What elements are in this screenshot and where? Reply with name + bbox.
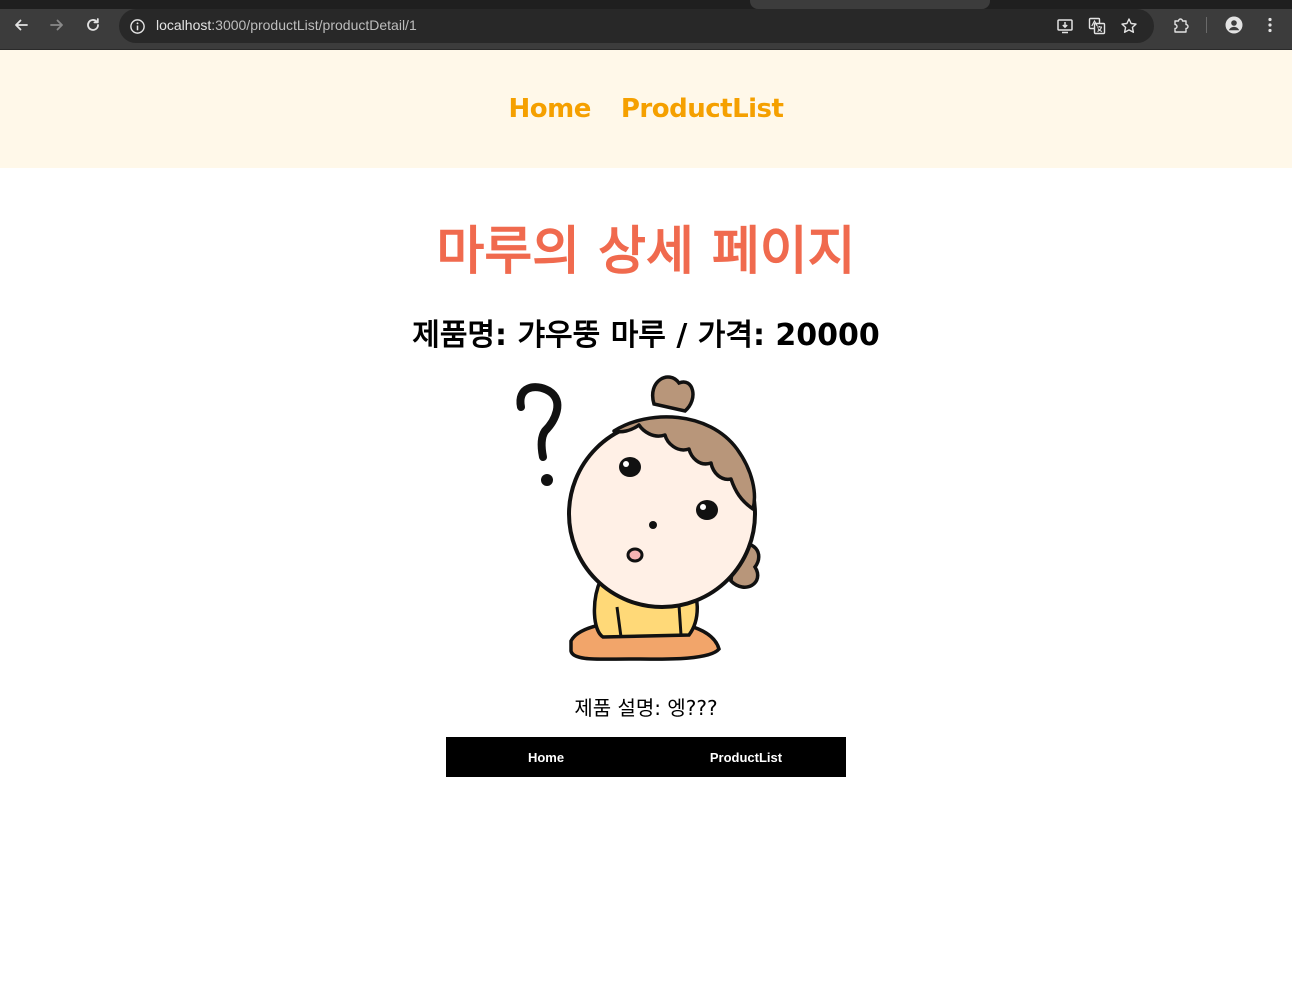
profile-icon bbox=[1225, 16, 1243, 34]
profile-button[interactable] bbox=[1221, 12, 1247, 38]
header-home-link[interactable]: Home bbox=[509, 94, 592, 124]
product-name-price: 제품명: 갸우뚱 마루 / 가격: 20000 bbox=[412, 318, 880, 353]
url-host: localhost bbox=[156, 17, 212, 33]
toolbar-separator bbox=[1206, 17, 1207, 33]
header-productlist-link[interactable]: ProductList bbox=[621, 94, 784, 124]
product-image bbox=[509, 369, 769, 667]
extensions-button[interactable] bbox=[1168, 12, 1194, 38]
back-button[interactable] bbox=[8, 12, 34, 38]
forward-arrow-icon bbox=[50, 19, 63, 31]
puzzle-icon bbox=[1174, 18, 1189, 33]
page-title: 마루의 상세 페이지 bbox=[436, 222, 856, 282]
url-text[interactable]: localhost:3000/productList/productDetail… bbox=[156, 17, 417, 33]
active-tab-edge[interactable] bbox=[750, 0, 990, 9]
info-icon bbox=[129, 18, 145, 34]
browser-menu-button[interactable] bbox=[1257, 12, 1283, 38]
url-path: :3000/productList/productDetail/1 bbox=[211, 17, 417, 33]
install-app-button[interactable] bbox=[1054, 15, 1076, 37]
reload-icon bbox=[87, 18, 99, 31]
reload-button[interactable] bbox=[80, 12, 106, 38]
address-bar[interactable]: localhost:3000/productList/productDetail… bbox=[119, 9, 1154, 43]
site-header-nav: Home ProductList bbox=[0, 50, 1292, 168]
confused-girl-illustration bbox=[516, 375, 761, 661]
star-icon bbox=[1121, 18, 1137, 33]
install-app-icon bbox=[1057, 19, 1073, 34]
footer-home-link[interactable]: Home bbox=[446, 737, 646, 777]
back-arrow-icon bbox=[15, 19, 28, 31]
bookmark-button[interactable] bbox=[1118, 15, 1140, 37]
tab-strip bbox=[0, 0, 1292, 9]
browser-toolbar: localhost:3000/productList/productDetail… bbox=[0, 0, 1292, 50]
more-vertical-icon bbox=[1268, 17, 1272, 33]
product-description: 제품 설명: 엥??? bbox=[574, 696, 718, 720]
forward-button[interactable] bbox=[44, 12, 70, 38]
site-info-button[interactable] bbox=[127, 16, 147, 36]
footer-productlist-link[interactable]: ProductList bbox=[646, 737, 846, 777]
footer-nav: Home ProductList bbox=[446, 737, 846, 777]
translate-button[interactable] bbox=[1086, 15, 1108, 37]
translate-icon bbox=[1088, 17, 1106, 35]
